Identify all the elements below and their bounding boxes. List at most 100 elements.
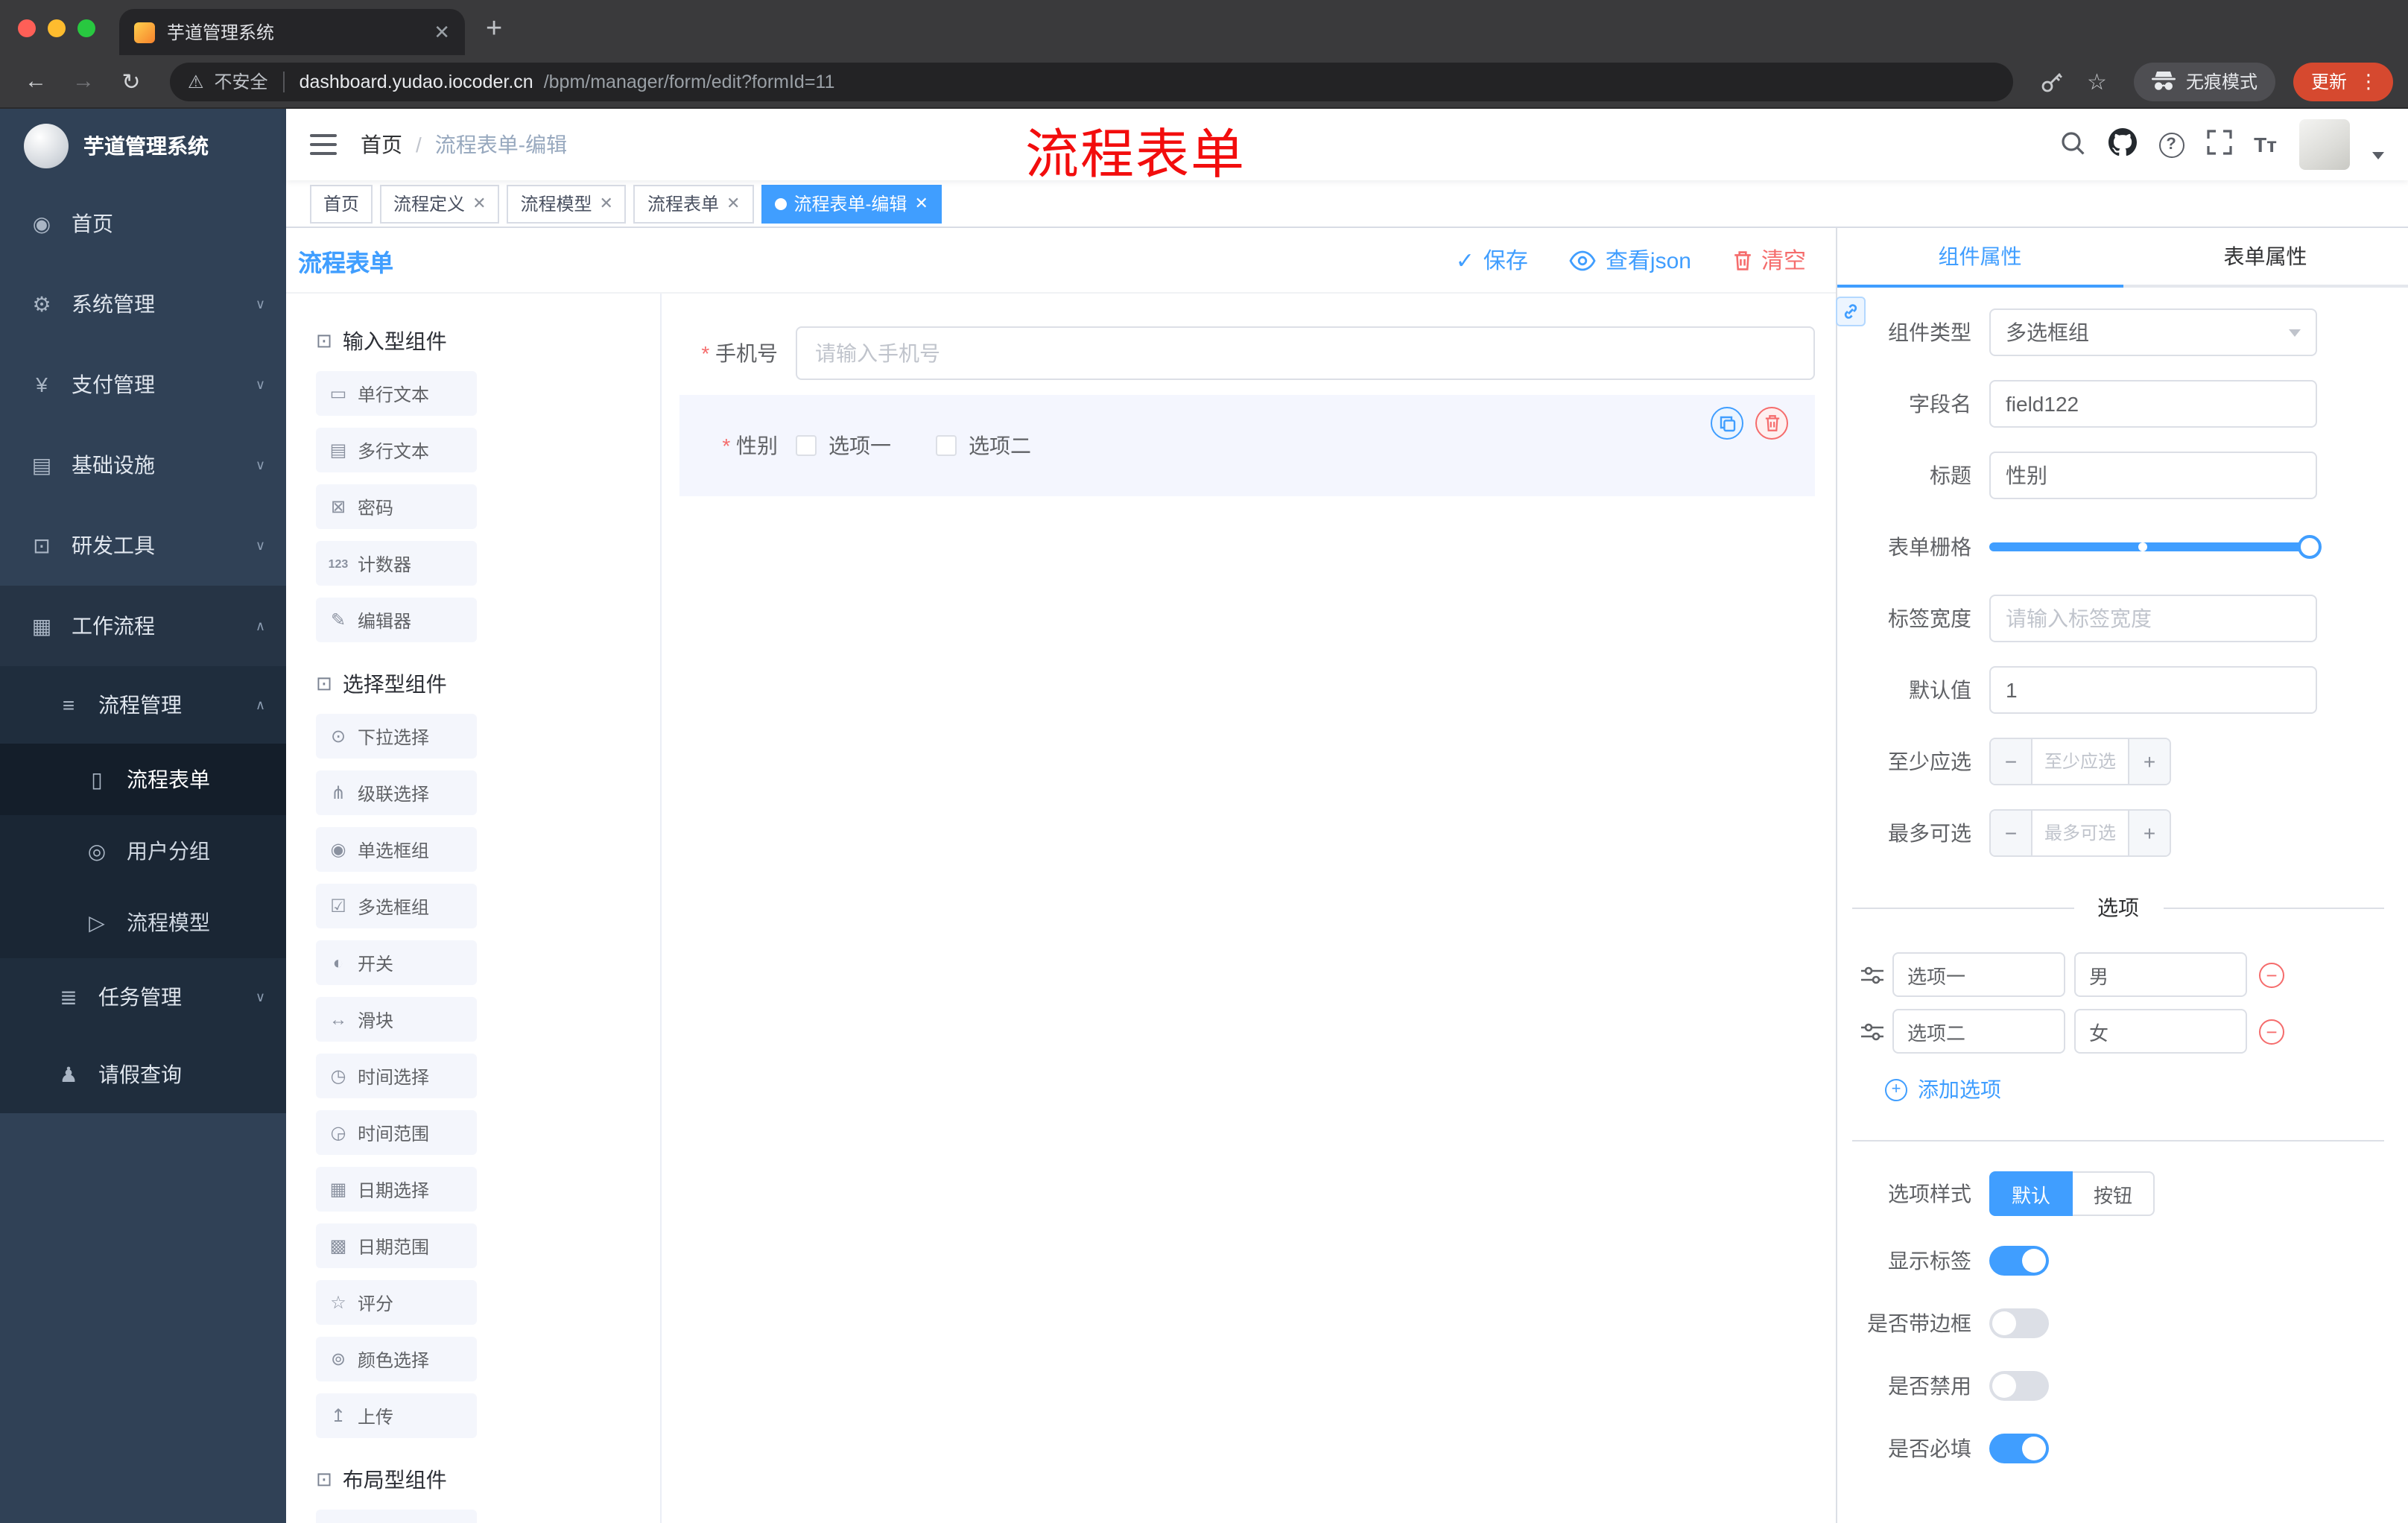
component-chip-radio-group[interactable]: ◉ 单选框组 [316,827,477,872]
close-icon[interactable]: ✕ [914,194,928,213]
component-chip-date-range[interactable]: ▩ 日期范围 [316,1223,477,1268]
style-button-button[interactable]: 按钮 [2073,1171,2155,1216]
gender-option-1[interactable]: 选项一 [796,431,891,460]
address-bar[interactable]: ⚠ 不安全 dashboard.yudao.iocoder.cn/bpm/man… [170,62,2013,101]
canvas-field-phone[interactable]: 手机号 [679,326,1815,380]
sidebar-item-payment[interactable]: ¥ 支付管理 ∨ [0,344,286,425]
component-chip-time-picker[interactable]: ◷ 时间选择 [316,1054,477,1098]
required-switch[interactable] [1989,1434,2049,1463]
app-logo[interactable]: 芋道管理系统 [0,109,286,183]
component-chip-switch[interactable]: ◐ 开关 [316,940,477,985]
show-label-switch[interactable] [1989,1246,2049,1276]
minus-button[interactable]: − [1991,811,2032,855]
style-default-button[interactable]: 默认 [1989,1171,2073,1216]
font-size-icon[interactable]: Tт [2254,133,2277,156]
option-label-input[interactable] [1892,952,2065,997]
avatar-caret-icon[interactable] [2372,151,2384,159]
close-icon[interactable]: ✕ [600,194,613,213]
min-select-input[interactable] [2032,739,2128,784]
search-icon[interactable] [2059,129,2085,160]
sidebar-item-system[interactable]: ⚙ 系统管理 ∨ [0,264,286,344]
plus-button[interactable]: + [2128,811,2170,855]
update-button[interactable]: 更新 ⋮ [2293,62,2393,101]
gender-option-2[interactable]: 选项二 [936,431,1031,460]
tag-home[interactable]: 首页 [310,184,373,223]
component-chip-cascader[interactable]: ⋔ 级联选择 [316,770,477,815]
component-chip-select[interactable]: ⊙ 下拉选择 [316,714,477,759]
sidebar-item-home[interactable]: ◉ 首页 [0,183,286,264]
reload-icon[interactable]: ↻ [110,68,152,95]
checkbox-icon[interactable] [796,435,817,456]
component-chip-row-container[interactable]: ▣行容器 [316,1510,477,1523]
disabled-switch[interactable] [1989,1371,2049,1401]
browser-tab[interactable]: 芋道管理系统 ✕ [119,9,465,55]
sidebar-item-process-form[interactable]: ▯ 流程表单 [0,744,286,815]
tab-form-props[interactable]: 表单属性 [2123,228,2408,285]
sidebar-item-task-management[interactable]: ≣ 任务管理 ∨ [0,958,286,1036]
close-tab-icon[interactable]: ✕ [434,20,450,44]
tag-process-form-edit[interactable]: 流程表单-编辑 ✕ [761,184,942,223]
fullscreen-icon[interactable] [2206,130,2231,159]
sidebar-item-process-model[interactable]: ▷ 流程模型 [0,887,286,958]
link-icon[interactable] [1836,297,1866,326]
component-chip-rate[interactable]: ☆ 评分 [316,1280,477,1325]
sidebar-item-devtools[interactable]: ⊡ 研发工具 ∨ [0,505,286,586]
close-icon[interactable]: ✕ [472,194,486,213]
component-chip-slider[interactable]: ↔ 滑块 [316,997,477,1042]
drag-handle-icon[interactable] [1861,965,1883,984]
sidebar-item-infrastructure[interactable]: ▤ 基础设施 ∨ [0,425,286,505]
label-width-input[interactable] [1989,595,2317,642]
slider-handle[interactable] [2298,535,2322,559]
copy-component-button[interactable] [1711,407,1743,440]
remove-option-button[interactable]: − [2259,962,2284,987]
component-chip-color-picker[interactable]: ⊚ 颜色选择 [316,1337,477,1381]
component-chip-date-picker[interactable]: ▦ 日期选择 [316,1167,477,1212]
default-value-input[interactable] [1989,666,2317,714]
close-icon[interactable]: ✕ [726,194,740,213]
field-name-input[interactable] [1989,380,2317,428]
component-chip-time-range[interactable]: ◶ 时间范围 [316,1110,477,1155]
drag-handle-icon[interactable] [1861,1022,1883,1041]
password-key-icon[interactable] [2039,69,2063,93]
component-chip-password[interactable]: ⊠ 密码 [316,484,477,529]
new-tab-button[interactable]: + [486,13,502,46]
component-chip-checkbox-group[interactable]: ☑ 多选框组 [316,884,477,928]
component-chip-multi-text[interactable]: ▤ 多行文本 [316,428,477,472]
component-chip-upload[interactable]: ↥ 上传 [316,1393,477,1438]
plus-button[interactable]: + [2128,739,2170,784]
remove-option-button[interactable]: − [2259,1019,2284,1044]
delete-component-button[interactable] [1755,407,1788,440]
border-switch[interactable] [1989,1308,2049,1338]
browser-menu-icon[interactable]: ⋮ [2359,69,2378,93]
option-value-input[interactable] [2074,952,2247,997]
tab-component-props[interactable]: 组件属性 [1837,228,2123,288]
component-chip-single-text[interactable]: ▭ 单行文本 [316,371,477,416]
back-icon[interactable]: ← [15,69,57,94]
component-type-select[interactable]: 多选框组 [1989,308,2317,356]
component-chip-editor[interactable]: ✎ 编辑器 [316,598,477,642]
view-json-button[interactable]: 查看json [1570,244,1691,276]
option-label-input[interactable] [1892,1009,2065,1054]
save-button[interactable]: ✓ 保存 [1456,244,1528,276]
sidebar-item-leave-query[interactable]: ♟ 请假查询 [0,1036,286,1113]
minimize-window-button[interactable] [48,19,66,37]
avatar[interactable] [2299,119,2350,170]
component-chip-counter[interactable]: 123 计数器 [316,541,477,586]
phone-input[interactable] [796,326,1815,380]
title-input[interactable] [1989,452,2317,499]
bookmark-star-icon[interactable]: ☆ [2087,68,2107,95]
minus-button[interactable]: − [1991,739,2032,784]
clear-button[interactable]: 清空 [1733,244,1806,276]
add-option-button[interactable]: + 添加选项 [1885,1074,2384,1104]
tag-process-model[interactable]: 流程模型 ✕ [507,184,627,223]
sidebar-item-user-group[interactable]: ◎ 用户分组 [0,815,286,887]
github-icon[interactable] [2108,128,2137,161]
sidebar-item-process-management[interactable]: ≡ 流程管理 ∧ [0,666,286,744]
tag-process-form[interactable]: 流程表单 ✕ [633,184,754,223]
close-window-button[interactable] [18,19,36,37]
zoom-window-button[interactable] [77,19,95,37]
grid-slider[interactable] [1989,523,2322,571]
help-icon[interactable]: ? [2158,132,2184,157]
max-select-input[interactable] [2032,811,2128,855]
tag-process-definition[interactable]: 流程定义 ✕ [380,184,500,223]
